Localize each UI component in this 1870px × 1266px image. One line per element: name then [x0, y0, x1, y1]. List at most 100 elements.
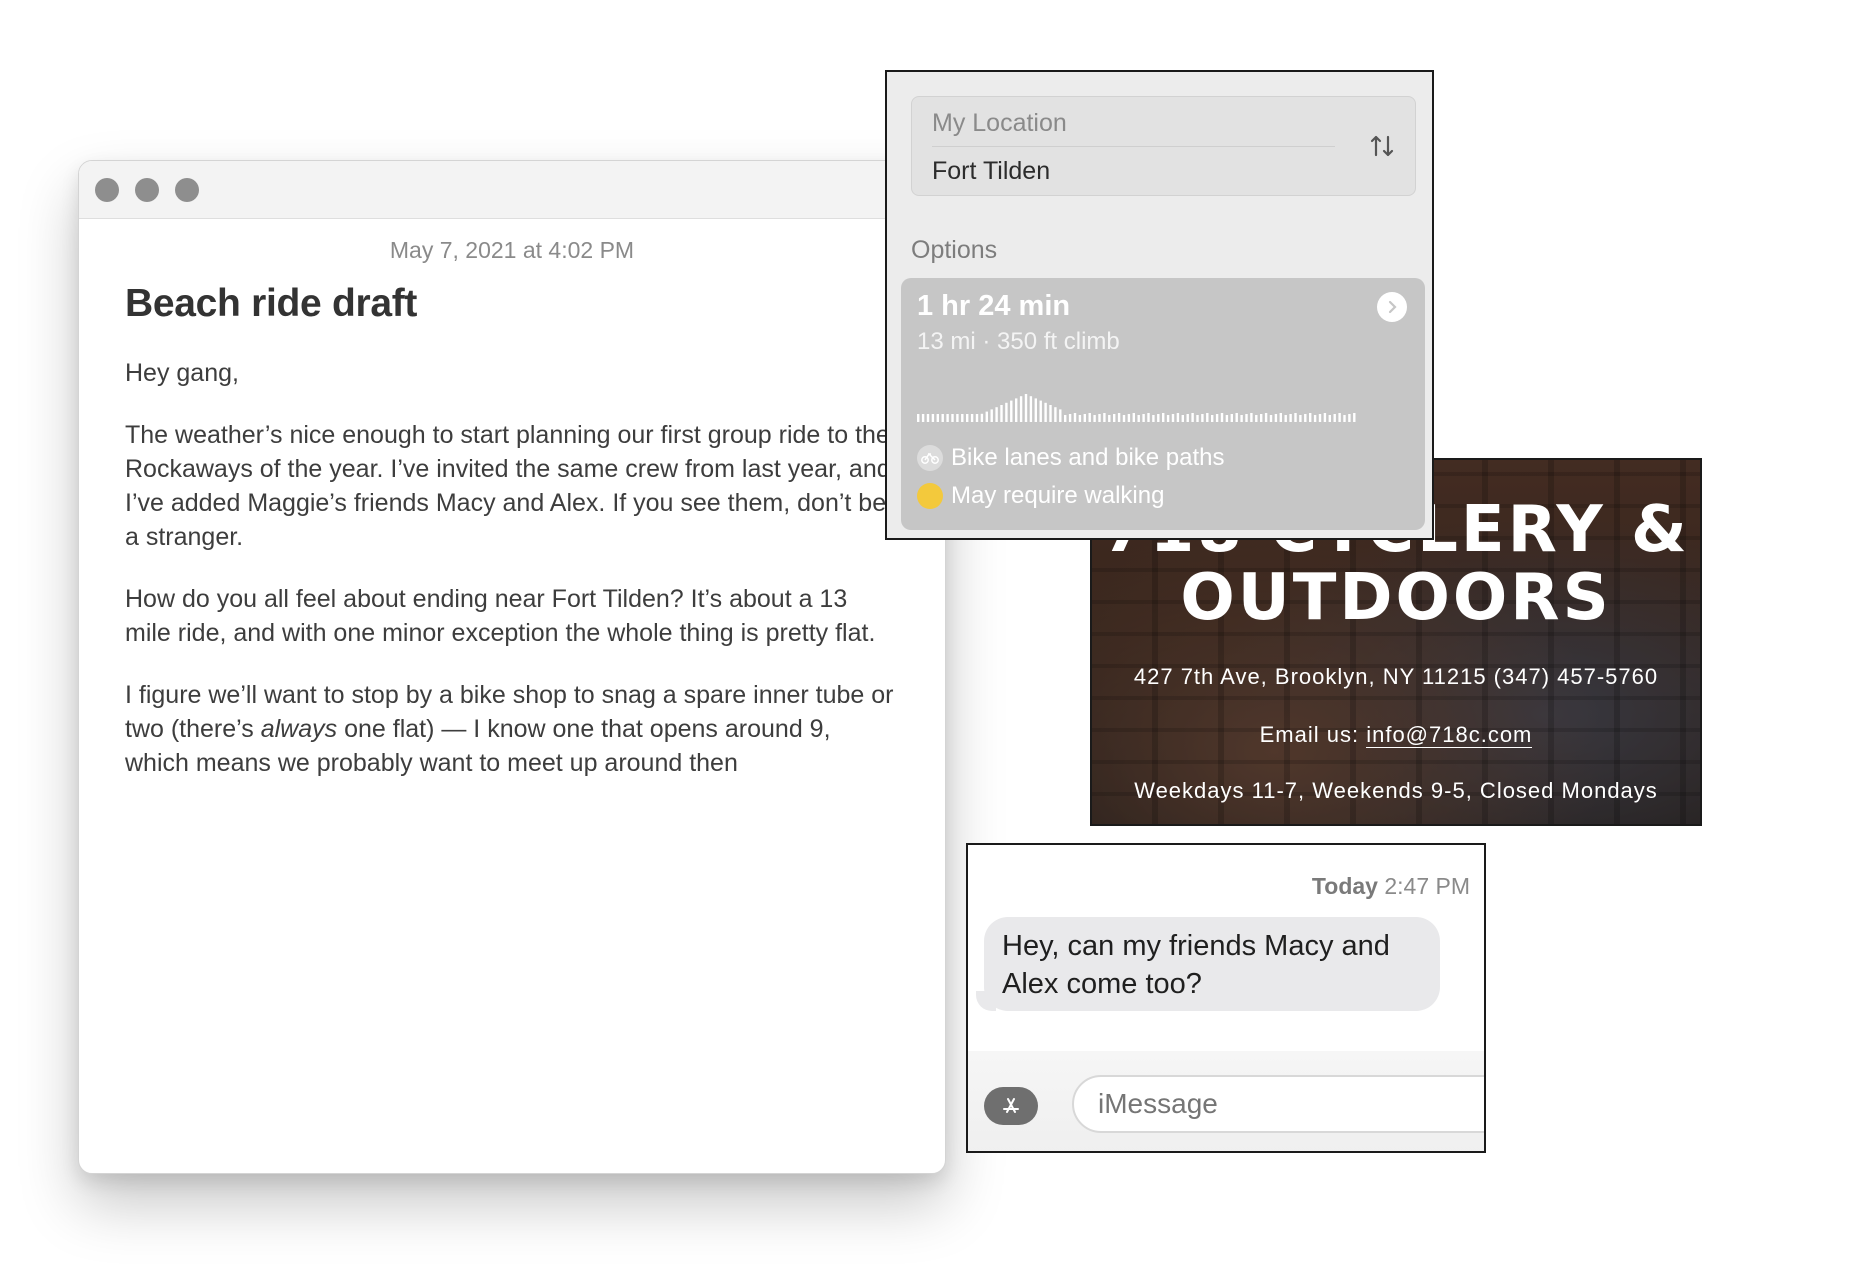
elevation-bar — [1274, 414, 1278, 422]
shop-address-phone: 427 7th Ave, Brooklyn, NY 11215 (347) 45… — [1133, 664, 1659, 689]
incoming-message-bubble[interactable]: Hey, can my friends Macy and Alex come t… — [984, 917, 1440, 1011]
elevation-bar — [941, 414, 944, 422]
elevation-bar — [1279, 413, 1282, 422]
elevation-bar — [1201, 414, 1204, 422]
elevation-bar — [951, 414, 954, 422]
elevation-bar — [1010, 400, 1013, 422]
note-greeting[interactable]: Hey gang, — [125, 356, 899, 390]
note-paragraph-2[interactable]: How do you all feel about ending near Fo… — [125, 582, 899, 650]
notes-titlebar — [79, 161, 945, 219]
elevation-bar — [917, 414, 920, 422]
elevation-bar — [1323, 413, 1327, 422]
elevation-bar — [1338, 413, 1341, 422]
route-option-card[interactable]: 1 hr 24 min 13 mi · 350 ft climb Bike la… — [901, 278, 1425, 530]
elevation-bar — [1073, 413, 1077, 422]
options-label[interactable]: Options — [911, 236, 997, 265]
elevation-bar — [1098, 414, 1101, 422]
elevation-bar — [1264, 413, 1268, 422]
elevation-bar — [1220, 413, 1224, 422]
destination-field[interactable]: Fort Tilden — [932, 157, 1050, 186]
elevation-bar — [1157, 414, 1160, 422]
elevation-bar — [936, 414, 939, 422]
elevation-bar — [1294, 413, 1297, 422]
origin-field[interactable]: My Location — [932, 109, 1067, 138]
swap-icon[interactable] — [1367, 131, 1397, 161]
notes-window: May 7, 2021 at 4:02 PM Beach ride draft … — [78, 160, 946, 1174]
elevation-bar — [1113, 414, 1116, 422]
elevation-bar — [1029, 396, 1033, 422]
elevation-bar — [1186, 414, 1189, 422]
elevation-bar — [1181, 415, 1184, 422]
elevation-bar — [1005, 402, 1008, 422]
elevation-bar — [931, 414, 935, 422]
note-editor[interactable]: May 7, 2021 at 4:02 PM Beach ride draft … — [79, 219, 945, 780]
zoom-window-button[interactable] — [175, 177, 199, 202]
elevation-bar — [1260, 414, 1263, 422]
elevation-bar — [961, 414, 964, 422]
elevation-bar — [1127, 414, 1131, 422]
elevation-bar — [1147, 413, 1150, 422]
bicycle-icon — [917, 445, 943, 471]
elevation-bar — [1083, 414, 1086, 422]
elevation-bar — [1108, 415, 1111, 422]
elevation-bar — [1304, 414, 1307, 422]
maps-directions-panel: My Location Fort Tilden Options 1 hr 24 … — [885, 70, 1434, 540]
elevation-bar — [1117, 413, 1121, 422]
elevation-bar — [1078, 415, 1082, 422]
elevation-bar — [975, 414, 979, 422]
elevation-bar — [1039, 400, 1042, 422]
elevation-bar — [1196, 415, 1199, 422]
elevation-bar — [1015, 398, 1018, 422]
app-store-icon[interactable] — [984, 1087, 1038, 1125]
note-title[interactable]: Beach ride draft — [125, 282, 899, 326]
route-details-arrow-icon[interactable] — [1377, 292, 1407, 322]
note-paragraph-1[interactable]: The weather’s nice enough to start plann… — [125, 418, 899, 554]
imessage-input[interactable] — [1072, 1075, 1484, 1133]
elevation-bar — [1318, 414, 1322, 422]
route-note-walking: May require walking — [917, 482, 1164, 510]
elevation-bar — [946, 414, 949, 422]
elevation-bar — [1132, 413, 1135, 422]
elevation-bar — [921, 414, 925, 422]
elevation-bar — [1064, 415, 1067, 422]
elevation-bar — [1353, 413, 1356, 422]
shop-email-line: Email us: info@718c.com — [1092, 722, 1700, 748]
note-emphasis: always — [260, 715, 338, 743]
elevation-bar — [990, 409, 993, 422]
compose-bar — [968, 1051, 1484, 1151]
elevation-bar — [1034, 398, 1037, 422]
close-window-button[interactable] — [95, 177, 119, 202]
elevation-bar — [1215, 414, 1219, 422]
elevation-bar — [985, 411, 988, 422]
elevation-profile — [917, 394, 1356, 422]
elevation-bar — [1059, 409, 1062, 422]
route-duration: 1 hr 24 min — [917, 290, 1071, 322]
note-paragraph-3[interactable]: I figure we’ll want to stop by a bike sh… — [125, 678, 899, 780]
elevation-bar — [1024, 394, 1028, 422]
elevation-bar — [1206, 413, 1209, 422]
elevation-bar — [1250, 413, 1253, 422]
route-note-bike-text: Bike lanes and bike paths — [951, 444, 1225, 471]
elevation-bar — [1152, 415, 1155, 422]
elevation-bar — [1240, 415, 1243, 422]
shop-name-line-2: OUTDOORS — [1180, 561, 1612, 635]
elevation-bar — [1269, 415, 1273, 422]
elevation-bar — [1171, 414, 1175, 422]
route-note-bike-lanes: Bike lanes and bike paths — [917, 444, 1225, 472]
elevation-bar — [926, 414, 930, 422]
route-distance: 13 mi · 350 ft climb — [917, 328, 1120, 355]
elevation-bar — [1162, 413, 1165, 422]
elevation-bar — [1049, 405, 1052, 422]
elevation-bar — [1343, 415, 1346, 422]
message-day: Today — [1311, 873, 1378, 899]
elevation-bar — [980, 413, 984, 422]
elevation-bar — [1019, 396, 1023, 422]
elevation-bar — [956, 414, 959, 422]
minimize-window-button[interactable] — [135, 177, 159, 202]
elevation-bar — [1299, 415, 1302, 422]
elevation-bar — [1225, 415, 1229, 422]
elevation-bar — [1348, 414, 1351, 422]
endpoints-divider — [932, 146, 1335, 147]
shop-email-link[interactable]: info@718c.com — [1366, 722, 1533, 748]
elevation-bar — [995, 407, 998, 422]
